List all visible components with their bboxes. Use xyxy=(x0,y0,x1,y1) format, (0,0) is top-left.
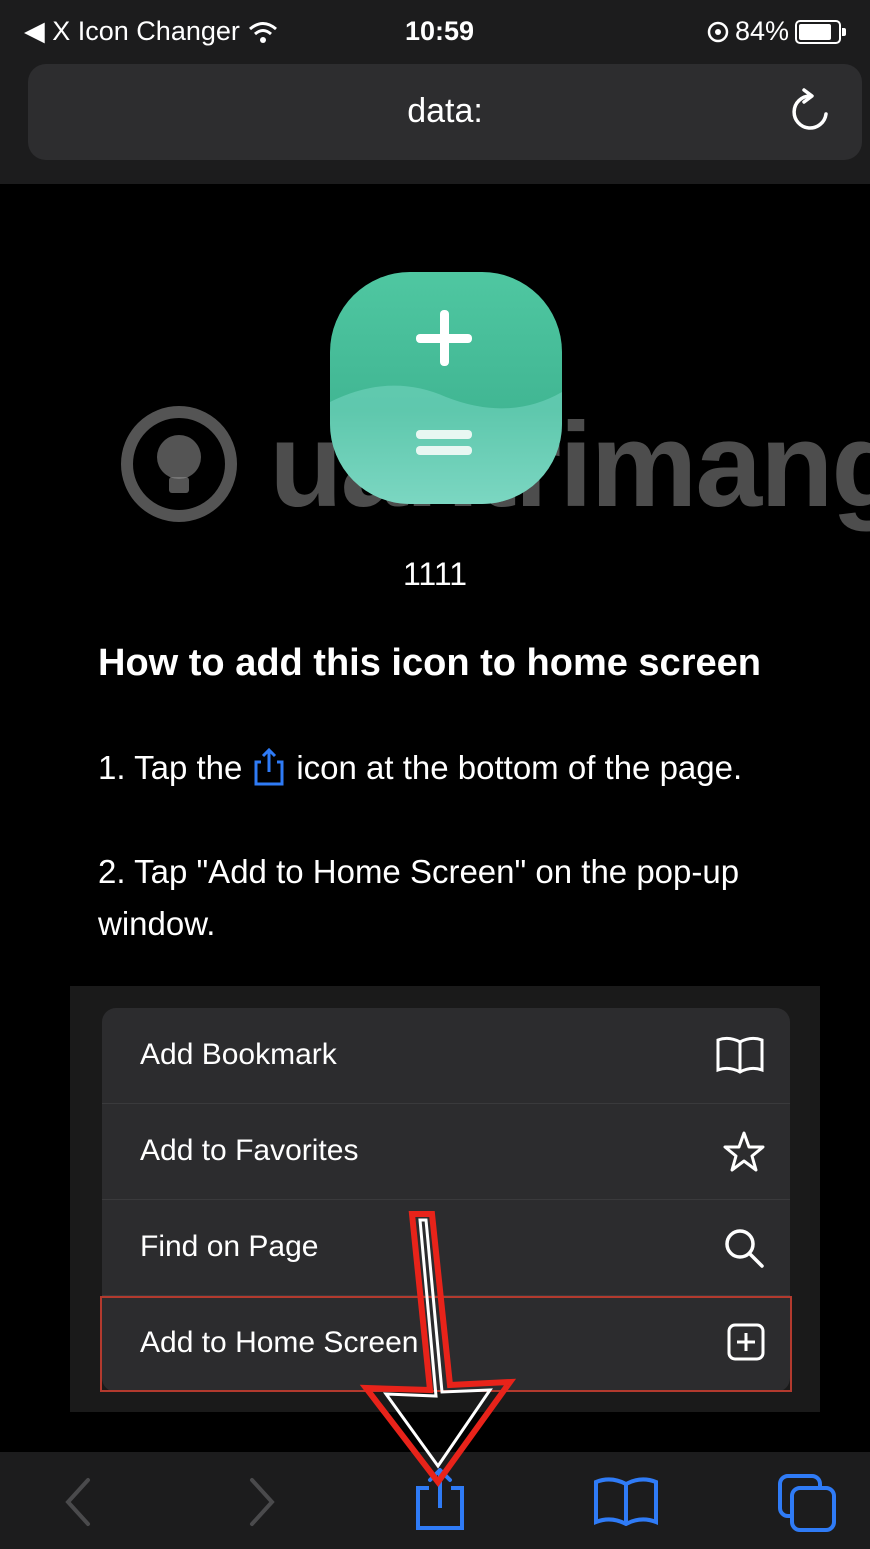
menu-item-label: Add Bookmark xyxy=(140,1038,337,1071)
step1-text-after: icon at the bottom of the page. xyxy=(296,749,743,786)
menu-item-add-bookmark[interactable]: Add Bookmark xyxy=(102,1008,790,1104)
url-text: data: xyxy=(407,92,483,130)
instruction-step-2: 2. Tap "Add to Home Screen" on the pop-u… xyxy=(98,853,740,942)
page-heading: How to add this icon to home screen xyxy=(98,642,761,684)
tabs-icon[interactable] xyxy=(776,1472,838,1534)
star-icon xyxy=(723,1131,765,1172)
menu-item-label: Find on Page xyxy=(140,1230,319,1263)
search-icon xyxy=(725,1229,764,1268)
forward-icon[interactable] xyxy=(242,1472,282,1532)
book-icon xyxy=(716,1036,764,1074)
instruction-step-1: 1. Tap the icon at the bottom of the pag… xyxy=(98,748,742,788)
menu-item-label: Add to Favorites xyxy=(140,1134,359,1167)
battery-indicator: 84% xyxy=(707,16,847,47)
back-to-app-link[interactable]: ◀ X Icon Changer xyxy=(24,16,278,47)
status-bar: ◀ X Icon Changer 10:59 84% xyxy=(0,0,870,62)
status-time: 10:59 xyxy=(405,16,475,46)
reload-icon[interactable] xyxy=(788,88,832,136)
address-bar[interactable]: data: xyxy=(28,64,862,160)
back-app-label: ◀ X Icon Changer xyxy=(24,16,240,46)
lightbulb-logo-icon xyxy=(121,406,237,522)
browser-top-chrome: data: xyxy=(0,62,870,184)
app-icon-preview xyxy=(330,272,562,504)
wifi-icon xyxy=(248,21,277,43)
back-icon[interactable] xyxy=(58,1472,98,1532)
battery-icon xyxy=(795,19,847,44)
share-icon xyxy=(254,748,284,786)
bookmarks-icon[interactable] xyxy=(592,1476,660,1526)
calculator-icon xyxy=(330,310,562,504)
battery-percent: 84% xyxy=(735,16,790,46)
orientation-lock-icon xyxy=(707,21,729,42)
red-arrow-annotation xyxy=(359,1211,517,1488)
menu-item-add-to-favorites[interactable]: Add to Favorites xyxy=(102,1104,790,1200)
step1-text-before: 1. Tap the xyxy=(98,749,243,786)
icon-caption: 1111 xyxy=(402,556,468,592)
